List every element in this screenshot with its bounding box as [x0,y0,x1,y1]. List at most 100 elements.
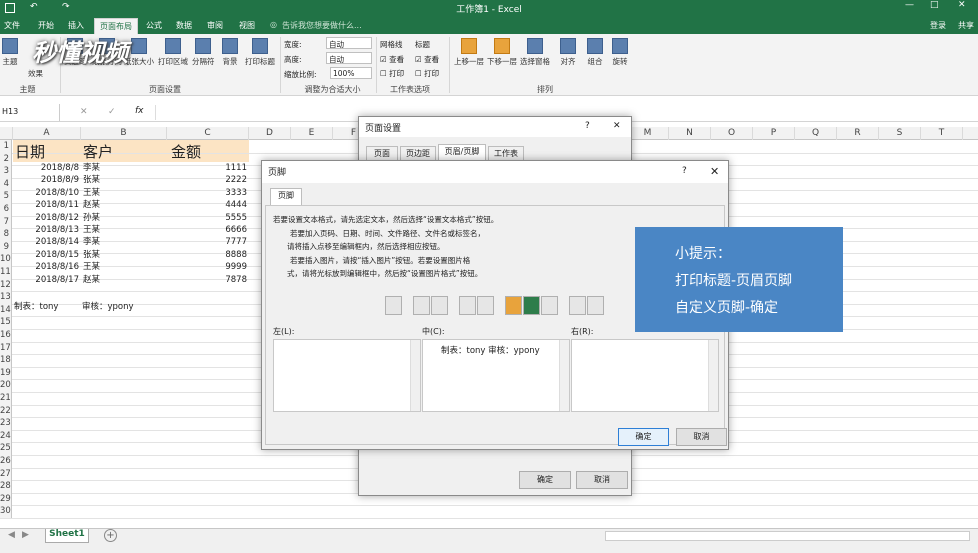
maximize-button[interactable]: □ [930,0,939,10]
column-header[interactable]: P [753,127,795,140]
row-header[interactable]: 30 [0,505,12,518]
amount-cell[interactable]: 8888 [167,249,247,261]
row-header[interactable]: 10 [0,253,12,266]
tab-formulas[interactable]: 公式 [146,20,162,31]
tab-review[interactable]: 审阅 [207,20,223,31]
footer-cancel-button[interactable]: 取消 [676,428,727,446]
tab-view[interactable]: 视图 [239,20,255,31]
column-header[interactable]: D [249,127,291,140]
row-header[interactable]: 6 [0,203,12,216]
footer-right-cell[interactable]: 审核：ypony [82,301,134,313]
add-sheet-icon[interactable]: + [104,529,117,542]
horizontal-scrollbar[interactable] [605,531,970,541]
scroll-right-icon[interactable]: ▶ [22,530,29,540]
customer-cell[interactable]: 张某 [83,174,100,186]
right-section-input[interactable] [571,339,719,412]
effects-button[interactable]: 效果 [28,68,43,79]
breaks-button[interactable]: 分隔符 [192,38,215,67]
date-cell[interactable]: 2018/8/14 [13,236,79,248]
selection-pane-button[interactable]: 选择窗格 [520,38,550,67]
row-header[interactable]: 22 [0,404,12,418]
amount-cell[interactable]: 4444 [167,199,247,211]
select-all[interactable] [0,127,13,140]
column-header[interactable]: E [291,127,333,140]
background-button[interactable]: 背景 [222,38,238,67]
amount-cell[interactable]: 7777 [167,236,247,248]
customer-cell[interactable]: 赵某 [83,274,100,286]
size-button[interactable]: 纸张大小 [124,38,154,67]
column-header[interactable]: Q [795,127,837,140]
height-select[interactable]: 自动 [326,52,372,64]
group-button[interactable]: 组合 [587,38,603,67]
header-cell-date[interactable]: 日期 [15,143,45,161]
insert-time-icon[interactable] [477,296,494,315]
tab-home[interactable]: 开始 [38,20,54,31]
customer-cell[interactable]: 张某 [83,249,100,261]
row-header[interactable]: 19 [0,366,12,380]
amount-cell[interactable]: 9999 [167,261,247,273]
date-cell[interactable]: 2018/8/16 [13,261,79,273]
close-icon[interactable]: ✕ [613,121,621,131]
row-header[interactable]: 9 [0,240,12,254]
insert-file-name-icon[interactable] [523,296,540,315]
row-header[interactable]: 25 [0,442,12,455]
tab-page[interactable]: 页面 [366,146,398,160]
tab-page-layout[interactable]: 页面布局 [94,18,138,34]
row-header[interactable]: 17 [0,341,12,355]
row-header[interactable]: 15 [0,316,12,329]
page-setup-cancel-button[interactable]: 取消 [576,471,628,489]
tab-insert[interactable]: 插入 [68,20,84,31]
headings-print-checkbox[interactable]: ☐ 打印 [415,68,439,79]
width-select[interactable]: 自动 [326,37,372,49]
row-header[interactable]: 7 [0,215,12,229]
column-header[interactable]: C [167,127,249,140]
customer-cell[interactable]: 赵某 [83,199,100,211]
row-header[interactable]: 28 [0,480,12,493]
minimize-button[interactable]: — [905,0,914,10]
row-header[interactable]: 24 [0,429,12,443]
tab-data[interactable]: 数据 [176,20,192,31]
help-icon[interactable]: ? [585,121,590,131]
footer-ok-button[interactable]: 确定 [618,428,669,446]
column-header[interactable]: R [837,127,879,140]
row-header[interactable]: 18 [0,354,12,367]
amount-cell[interactable]: 6666 [167,224,247,236]
row-header[interactable]: 26 [0,455,12,468]
rotate-button[interactable]: 旋转 [612,38,628,67]
date-cell[interactable]: 2018/8/17 [13,274,79,286]
date-cell[interactable]: 2018/8/15 [13,249,79,261]
tab-footer[interactable]: 页脚 [270,188,302,205]
insert-sheet-name-icon[interactable] [541,296,558,315]
row-header[interactable]: 14 [0,303,12,317]
row-header[interactable]: 4 [0,177,12,191]
header-cell-customer[interactable]: 客户 [83,143,113,161]
date-cell[interactable]: 2018/8/13 [13,224,79,236]
row-header[interactable]: 29 [0,492,12,506]
customer-cell[interactable]: 王某 [83,261,100,273]
customer-cell[interactable]: 王某 [83,224,100,236]
date-cell[interactable]: 2018/8/12 [13,212,79,224]
format-picture-icon[interactable] [587,296,604,315]
login-link[interactable]: 登录 [930,20,946,31]
row-header[interactable]: 3 [0,165,12,178]
header-cell-amount[interactable]: 金额 [171,143,201,161]
gridlines-view-checkbox[interactable]: ☑ 查看 [380,54,404,65]
page-setup-ok-button[interactable]: 确定 [519,471,571,489]
insert-date-icon[interactable] [459,296,476,315]
column-header[interactable]: A [13,127,81,140]
amount-cell[interactable]: 3333 [167,187,247,199]
tab-header-footer[interactable]: 页眉/页脚 [438,144,486,160]
column-header[interactable]: S [879,127,921,140]
column-header[interactable]: B [81,127,167,140]
cancel-icon[interactable]: ✕ [80,107,88,117]
amount-cell[interactable]: 2222 [167,174,247,186]
column-header[interactable]: O [711,127,753,140]
insert-page-number-icon[interactable] [413,296,430,315]
themes-button[interactable]: 主题 [2,38,18,67]
scrollbar[interactable] [410,340,420,411]
customer-cell[interactable]: 王某 [83,187,100,199]
name-box[interactable]: H13 [0,104,60,121]
amount-cell[interactable]: 7878 [167,274,247,286]
tab-file[interactable]: 文件 [4,20,20,31]
scrollbar[interactable] [708,340,718,411]
